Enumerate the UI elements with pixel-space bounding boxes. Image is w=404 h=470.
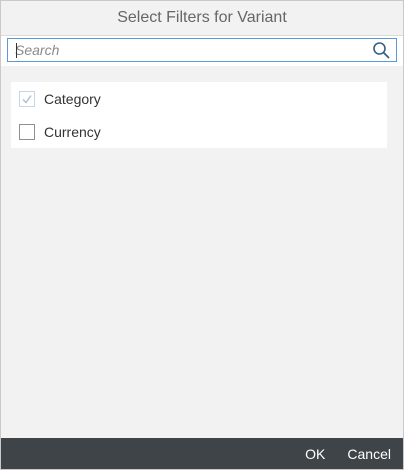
ok-button[interactable]: OK (305, 446, 325, 462)
category-checkbox[interactable] (19, 90, 35, 107)
search-icon[interactable] (372, 41, 390, 59)
filter-list-area: Category Currency (1, 67, 403, 437)
search-bar (1, 36, 403, 66)
search-input[interactable] (9, 40, 367, 60)
currency-checkbox[interactable] (19, 123, 35, 140)
checkmark-icon (22, 94, 32, 104)
search-field[interactable] (7, 38, 397, 62)
text-cursor (16, 43, 17, 58)
list-item-category[interactable]: Category (11, 82, 387, 115)
list-item-label: Currency (44, 123, 101, 140)
select-filters-dialog: Select Filters for Variant Category (0, 0, 404, 470)
list-item-currency[interactable]: Currency (11, 115, 387, 148)
dialog-header: Select Filters for Variant (1, 1, 403, 36)
dialog-title: Select Filters for Variant (117, 9, 287, 26)
list-item-label: Category (44, 90, 101, 107)
dialog-footer: OK Cancel (1, 438, 403, 469)
filter-list: Category Currency (11, 82, 387, 148)
cancel-button[interactable]: Cancel (347, 446, 391, 462)
